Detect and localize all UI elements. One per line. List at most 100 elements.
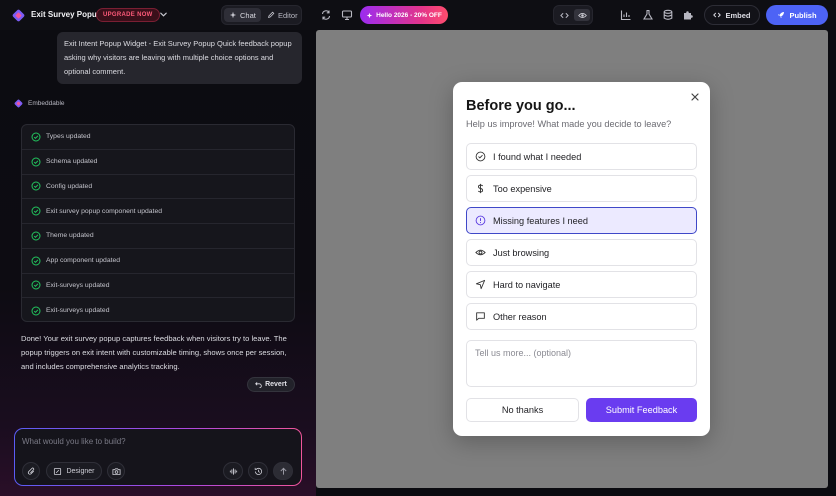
audio-wave-icon [229,467,237,475]
exit-survey-popup: Before you go... Help us improve! What m… [453,82,710,436]
alert-circle-icon [475,215,486,226]
check-circle-icon [31,231,41,241]
app-logo-icon[interactable] [12,9,25,22]
step-label: Config updated [46,182,93,190]
option-label: Just browsing [493,247,550,258]
mode-switch: Chat Editor [221,5,302,25]
eye-icon [577,12,587,18]
tab-chat[interactable]: Chat [224,8,261,22]
publish-button[interactable]: Publish [766,5,828,25]
history-icon [254,467,262,475]
check-circle-icon [31,306,41,316]
refresh-icon[interactable] [320,9,332,21]
option-just-browsing[interactable]: Just browsing [466,239,697,266]
option-hard-to-navigate[interactable]: Hard to navigate [466,271,697,298]
option-other-reason[interactable]: Other reason [466,303,697,330]
paperclip-icon [27,467,34,475]
check-circle-icon [31,206,41,216]
view-toggle [553,5,593,25]
preview-canvas: Before you go... Help us improve! What m… [316,30,828,488]
popup-title: Before you go... [466,98,576,114]
option-found-needed[interactable]: I found what I needed [466,143,697,170]
chevron-down-icon[interactable] [159,10,168,19]
check-circle-icon [31,132,41,142]
check-circle-icon [31,280,41,290]
option-label: Hard to navigate [493,279,561,290]
assistant-summary: Done! Your exit survey popup captures fe… [21,334,287,371]
designer-icon [54,467,62,475]
flask-icon[interactable] [642,9,654,21]
publish-label: Publish [789,10,817,20]
attach-button[interactable] [22,462,40,480]
option-missing-features[interactable]: Missing features I need [466,207,697,234]
step-label: App component updated [46,257,121,265]
chart-icon[interactable] [620,9,632,21]
navigation-icon [475,279,486,290]
designer-label: Designer [66,467,95,475]
update-steps-list: Types updated Schema updated Config upda… [21,124,295,322]
tab-chat-label: Chat [240,10,256,20]
step-label: Exit survey popup component updated [46,207,163,215]
promo-label: Hello 2026 - 20% OFF [376,11,442,19]
promo-banner[interactable]: Hello 2026 - 20% OFF [360,6,448,24]
code-view-button[interactable] [556,9,572,21]
project-name[interactable]: Exit Survey Popup [31,10,102,19]
preview-view-button[interactable] [574,9,590,21]
embeddable-logo-icon [14,99,23,108]
dollar-icon [477,183,484,194]
arrow-up-icon [279,467,287,475]
sparkle-icon [366,12,373,18]
check-circle-icon [31,181,41,191]
monitor-icon[interactable] [341,9,353,21]
voice-button[interactable] [223,462,243,480]
step-label: Exit-surveys updated [46,281,110,289]
comment-textarea[interactable] [466,340,697,387]
top-bar: Exit Survey Popup UPGRADE NOW Chat Edito… [0,0,836,30]
option-label: I found what I needed [493,151,582,162]
prompt-input[interactable] [22,434,282,448]
list-item: Theme updated [22,224,294,249]
send-button[interactable] [273,462,293,480]
camera-icon [111,467,121,475]
puzzle-icon[interactable] [682,9,694,21]
option-label: Other reason [493,311,547,322]
no-thanks-button[interactable]: No thanks [466,398,579,422]
designer-button[interactable]: Designer [46,462,102,480]
undo-icon [255,382,262,388]
list-item: Exit-surveys updated [22,298,294,321]
list-item: App component updated [22,249,294,274]
history-button[interactable] [248,462,268,480]
pen-icon [268,11,275,18]
rocket-icon [778,11,785,19]
list-item: Config updated [22,175,294,200]
tab-editor-label: Editor [278,10,298,20]
camera-button[interactable] [107,462,125,480]
user-message: Exit Intent Popup Widget - Exit Survey P… [57,32,302,84]
option-label: Missing features I need [493,215,588,226]
step-label: Exit-surveys updated [46,307,110,315]
bot-header: Embeddable [14,99,65,108]
embed-button[interactable]: Embed [704,5,760,25]
bot-name: Embeddable [28,100,65,107]
upgrade-button[interactable]: UPGRADE NOW [96,8,160,22]
check-circle-icon [31,256,41,266]
step-label: Types updated [46,133,91,141]
option-label: Too expensive [493,183,552,194]
revert-label: Revert [265,381,287,388]
embed-label: Embed [725,10,751,20]
database-icon[interactable] [662,9,674,21]
option-too-expensive[interactable]: Too expensive [466,175,697,202]
popup-subtitle: Help us improve! What made you decide to… [466,119,672,129]
tab-editor[interactable]: Editor [262,8,303,22]
list-item: Types updated [22,125,294,150]
sparkle-icon [229,11,237,19]
code-icon [559,12,569,18]
list-item: Exit survey popup component updated [22,199,294,224]
revert-button[interactable]: Revert [247,377,295,392]
list-item: Schema updated [22,150,294,175]
message-square-icon [476,312,485,321]
submit-feedback-button[interactable]: Submit Feedback [586,398,697,422]
code-icon [713,12,722,18]
check-circle-icon [31,157,41,167]
close-icon[interactable] [690,92,700,102]
